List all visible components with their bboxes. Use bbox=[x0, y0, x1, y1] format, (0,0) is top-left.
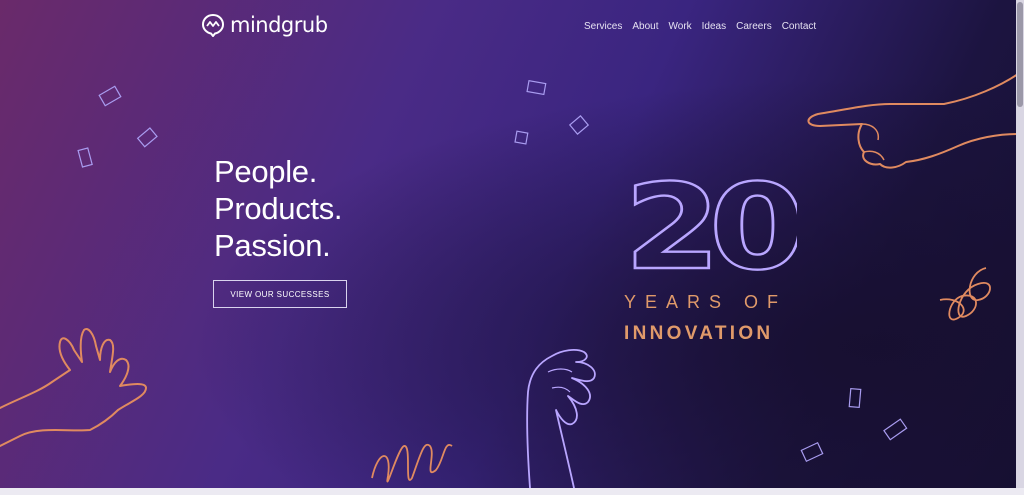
spring-coil-bottom bbox=[371, 443, 453, 483]
open-hand-illustration bbox=[0, 328, 147, 447]
nav-item-about[interactable]: About bbox=[632, 21, 658, 32]
confetti-piece bbox=[568, 115, 590, 135]
neon-hand-illustration bbox=[526, 349, 596, 489]
headline-line: People. bbox=[214, 154, 318, 189]
anniversary-number-graphic: 20 bbox=[623, 178, 797, 273]
nav-item-contact[interactable]: Contact bbox=[782, 21, 816, 32]
confetti-piece bbox=[514, 130, 529, 145]
page-bottom-edge bbox=[0, 488, 1024, 495]
confetti-piece bbox=[800, 441, 824, 463]
pointing-hand-finger-detail bbox=[861, 123, 885, 161]
scrollbar-thumb[interactable] bbox=[1017, 2, 1023, 107]
nav-item-work[interactable]: Work bbox=[669, 21, 692, 32]
pointing-hand-illustration bbox=[807, 73, 1019, 169]
hero-headline: People. Products. Passion. bbox=[214, 153, 343, 264]
anniversary-subtitle: YEARS OF bbox=[624, 292, 788, 312]
confetti-piece bbox=[526, 79, 547, 96]
confetti-piece bbox=[848, 387, 862, 409]
anniversary-title: INNOVATION bbox=[624, 323, 774, 344]
confetti-piece bbox=[883, 418, 908, 441]
anniversary-number: 20 bbox=[624, 178, 797, 273]
background-illustration bbox=[0, 73, 1019, 489]
mindgrub-logo-icon bbox=[201, 13, 225, 37]
nav-item-careers[interactable]: Careers bbox=[736, 21, 772, 32]
headline-line: Passion. bbox=[214, 228, 331, 263]
main-nav: Services About Work Ideas Careers Contac… bbox=[584, 21, 816, 32]
confetti-piece bbox=[136, 127, 158, 148]
confetti-piece bbox=[77, 147, 93, 168]
vertical-scrollbar[interactable] bbox=[1016, 0, 1024, 488]
spring-coil-right bbox=[939, 267, 991, 321]
headline-line: Products. bbox=[214, 191, 343, 226]
brand-logo[interactable]: mindgrub bbox=[201, 13, 328, 37]
view-successes-button[interactable]: VIEW OUR SUCCESSES bbox=[213, 280, 347, 308]
confetti-piece bbox=[98, 85, 122, 107]
neon-hand-inner-detail bbox=[547, 368, 573, 393]
brand-logo-text: mindgrub bbox=[230, 13, 328, 37]
nav-item-ideas[interactable]: Ideas bbox=[702, 21, 726, 32]
nav-item-services[interactable]: Services bbox=[584, 21, 622, 32]
hero-page: mindgrub Services About Work Ideas Caree… bbox=[0, 0, 1024, 495]
